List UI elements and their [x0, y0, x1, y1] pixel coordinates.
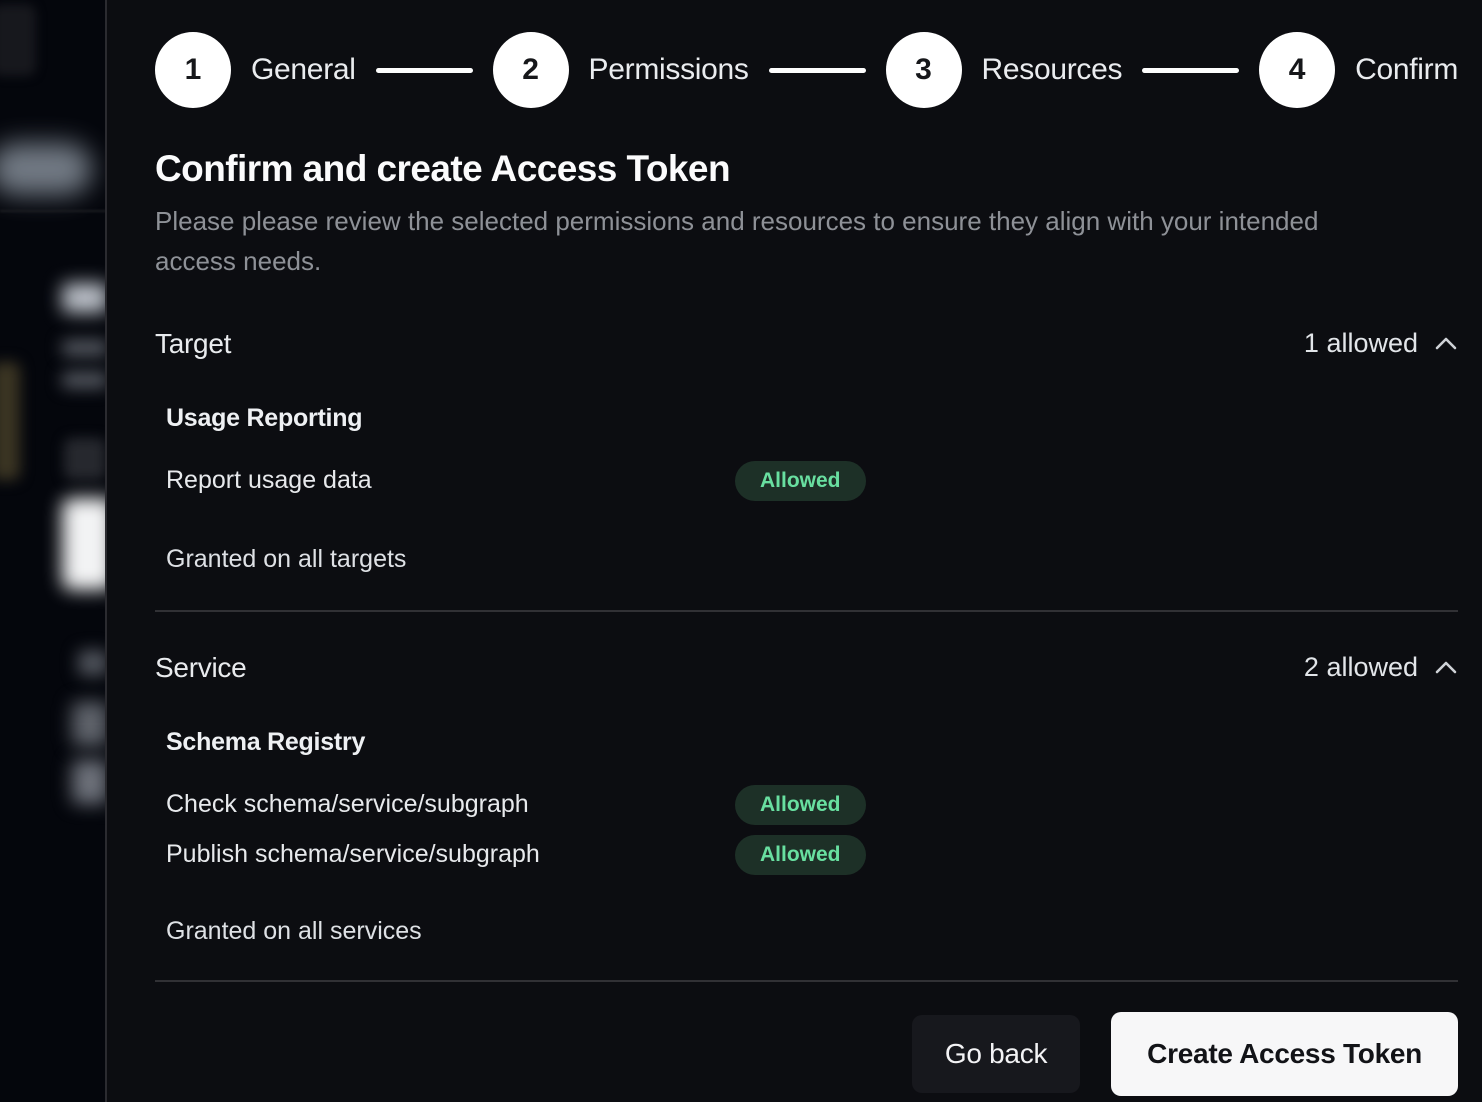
group-title: Usage Reporting	[166, 404, 1458, 433]
blurred-icon-box	[64, 438, 106, 480]
step-number-badge: 3	[886, 32, 962, 108]
step-label: Resources	[982, 53, 1123, 87]
permission-label: Publish schema/service/subgraph	[166, 840, 735, 869]
allowed-count: 1 allowed	[1304, 328, 1418, 359]
status-badge: Allowed	[735, 461, 866, 501]
blurred-background	[0, 0, 106, 1102]
blurred-text	[72, 702, 106, 746]
step-connector	[1142, 68, 1239, 73]
blurred-text	[62, 340, 106, 356]
blurred-text	[62, 283, 106, 313]
step-confirm[interactable]: 4 Confirm	[1259, 32, 1458, 108]
step-resources[interactable]: 3 Resources	[886, 32, 1123, 108]
page-title: Confirm and create Access Token	[155, 148, 1458, 190]
step-permissions[interactable]: 2 Permissions	[493, 32, 749, 108]
blurred-text	[72, 760, 106, 804]
step-label: Confirm	[1355, 53, 1458, 87]
wizard-stepper: 1 General 2 Permissions 3 Resources 4 Co…	[155, 32, 1458, 108]
step-number-badge: 2	[493, 32, 569, 108]
permission-row: Report usage data Allowed	[166, 461, 1458, 501]
group-title: Schema Registry	[166, 728, 1458, 757]
chevron-up-icon	[1434, 660, 1458, 675]
section-divider	[155, 610, 1458, 612]
status-badge: Allowed	[735, 785, 866, 825]
allowed-count: 2 allowed	[1304, 652, 1418, 683]
status-badge: Allowed	[735, 835, 866, 875]
footer-divider	[155, 980, 1458, 982]
section-title: Target	[155, 328, 231, 360]
blurred-text	[62, 372, 106, 388]
section-header-service: Service 2 allowed	[155, 652, 1458, 684]
chevron-up-icon	[1434, 336, 1458, 351]
permission-group-schema-registry: Schema Registry Check schema/service/sub…	[155, 728, 1458, 875]
section-header-target: Target 1 allowed	[155, 328, 1458, 360]
section-collapse-toggle[interactable]: 2 allowed	[1304, 652, 1458, 683]
blurred-white-button	[62, 498, 106, 590]
section-title: Service	[155, 652, 246, 684]
go-back-button[interactable]: Go back	[912, 1015, 1080, 1093]
blurred-sidebar-item	[0, 143, 92, 195]
create-access-token-modal: 1 General 2 Permissions 3 Resources 4 Co…	[105, 0, 1482, 1102]
blurred-text	[78, 650, 106, 676]
permission-row: Publish schema/service/subgraph Allowed	[166, 835, 1458, 875]
step-label: General	[251, 53, 356, 87]
permission-label: Check schema/service/subgraph	[166, 790, 735, 819]
step-number-badge: 4	[1259, 32, 1335, 108]
permission-group-usage-reporting: Usage Reporting Report usage data Allowe…	[155, 404, 1458, 501]
step-number-badge: 1	[155, 32, 231, 108]
blurred-sidebar-box	[0, 4, 36, 76]
step-connector	[769, 68, 866, 73]
permission-label: Report usage data	[166, 466, 735, 495]
section-collapse-toggle[interactable]: 1 allowed	[1304, 328, 1458, 359]
blurred-accent-box	[0, 362, 20, 480]
step-general[interactable]: 1 General	[155, 32, 356, 108]
step-connector	[376, 68, 473, 73]
granted-note: Granted on all targets	[155, 545, 1458, 574]
blurred-divider	[0, 210, 106, 212]
modal-footer: Go back Create Access Token	[155, 1012, 1458, 1096]
permission-row: Check schema/service/subgraph Allowed	[166, 785, 1458, 825]
page-subtitle: Please please review the selected permis…	[155, 202, 1387, 282]
granted-note: Granted on all services	[155, 917, 1458, 946]
create-access-token-button[interactable]: Create Access Token	[1111, 1012, 1458, 1096]
step-label: Permissions	[589, 53, 749, 87]
